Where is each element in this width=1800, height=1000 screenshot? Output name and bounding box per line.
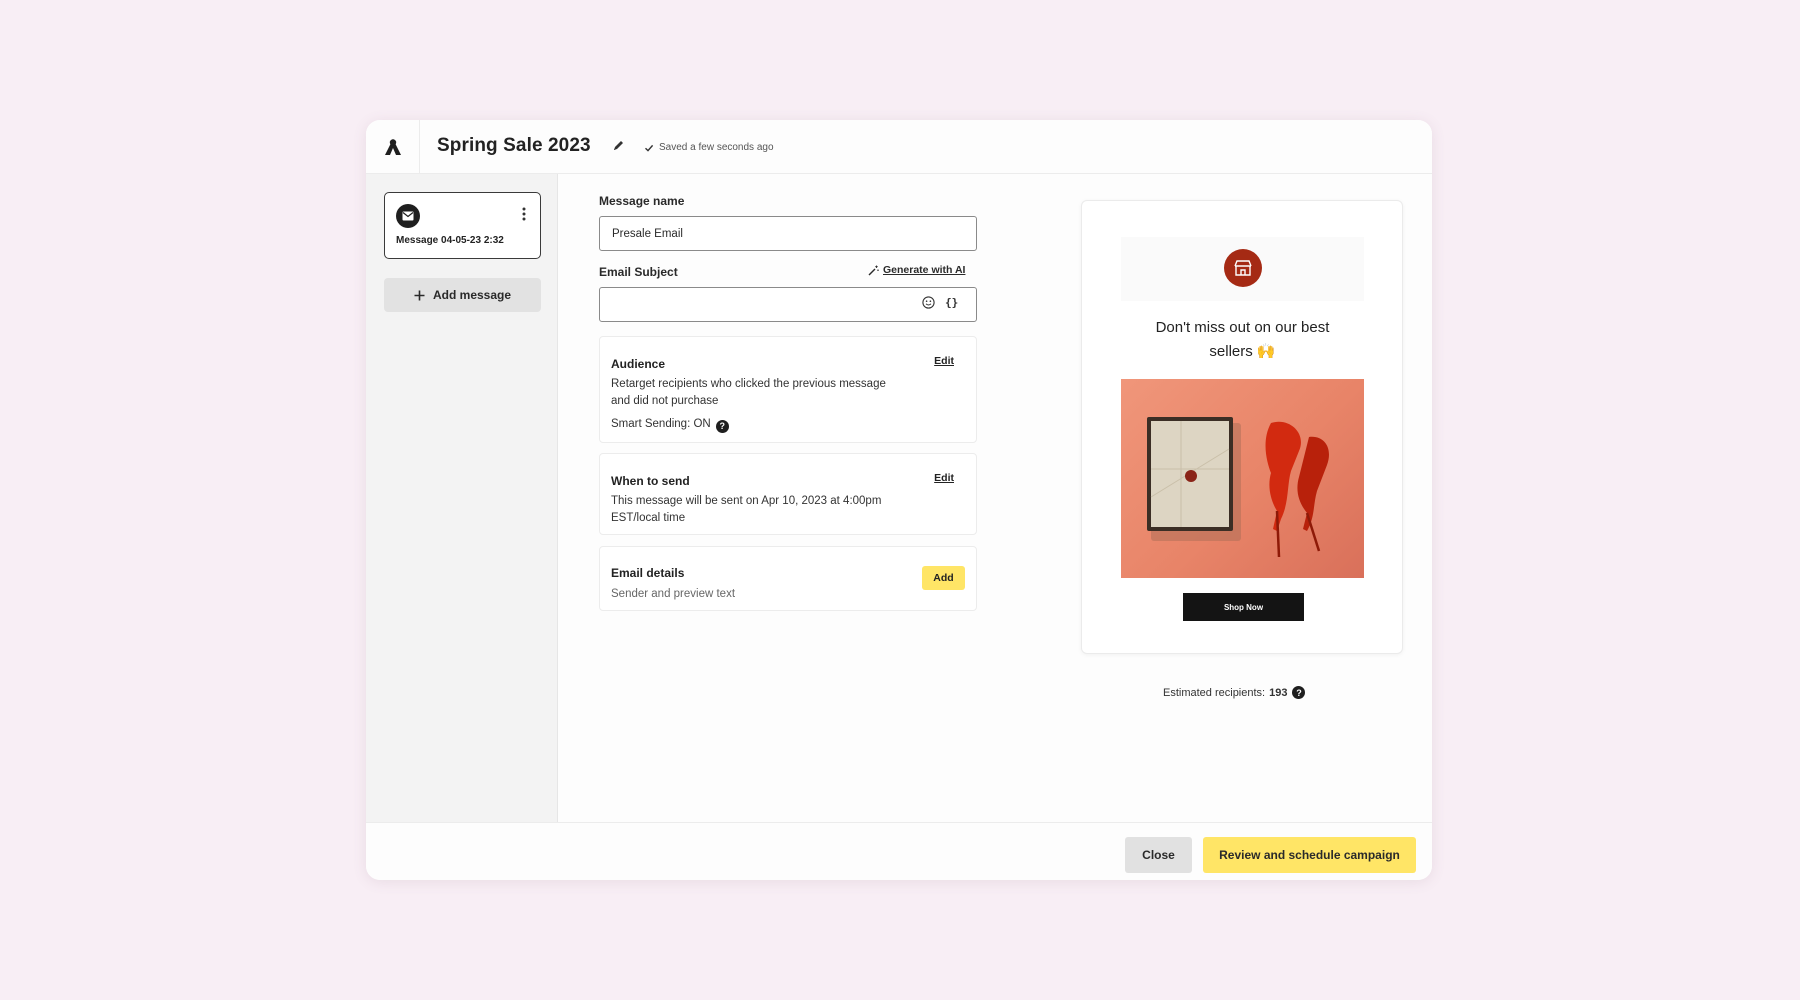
smart-sending-text: Smart Sending: ON xyxy=(611,418,711,430)
check-icon xyxy=(645,144,654,152)
message-card-label: Message 04-05-23 2:32 xyxy=(396,235,504,246)
estimated-recipients: Estimated recipients: 193 ? xyxy=(1163,686,1306,699)
add-message-button[interactable]: Add message xyxy=(384,278,541,312)
subject-tools: {} xyxy=(922,296,958,309)
preview-headline: Don't miss out on our best sellers 🙌 xyxy=(1121,316,1364,364)
emoji-icon[interactable] xyxy=(922,296,935,309)
footer-bar: Close Review and schedule campaign xyxy=(366,822,1432,880)
email-subject-input[interactable] xyxy=(599,287,977,322)
audience-title: Audience xyxy=(611,357,666,371)
email-preview: Don't miss out on our best sellers 🙌 Sho… xyxy=(1081,200,1403,654)
when-to-send-title: When to send xyxy=(611,474,690,488)
hero-image xyxy=(1121,379,1364,578)
brand-logo-icon xyxy=(384,139,401,155)
close-button[interactable]: Close xyxy=(1125,837,1192,873)
audience-edit-link[interactable]: Edit xyxy=(934,355,954,367)
top-bar: Spring Sale 2023 Saved a few seconds ago xyxy=(366,120,1432,174)
review-schedule-button[interactable]: Review and schedule campaign xyxy=(1203,837,1416,873)
recipients-help-icon[interactable]: ? xyxy=(1292,686,1306,699)
add-message-label: Add message xyxy=(432,288,512,302)
message-name-label: Message name xyxy=(599,194,685,208)
save-status-text: Saved a few seconds ago xyxy=(659,142,774,153)
when-to-send-edit-link[interactable]: Edit xyxy=(934,472,954,484)
store-logo xyxy=(1224,249,1262,287)
audience-card: Audience Edit Retarget recipients who cl… xyxy=(599,336,977,443)
email-details-card: Email details Sender and preview text Ad… xyxy=(599,546,977,611)
estimated-recipients-label: Estimated recipients: xyxy=(1163,686,1266,699)
save-status: Saved a few seconds ago xyxy=(644,142,774,153)
message-card[interactable]: Message 04-05-23 2:32 xyxy=(384,192,541,259)
email-icon xyxy=(396,204,420,228)
estimated-recipients-value: 193 xyxy=(1269,686,1288,699)
kebab-icon[interactable] xyxy=(522,207,526,221)
audience-description-line1: Retarget recipients who clicked the prev… xyxy=(611,378,886,390)
help-icon[interactable]: ? xyxy=(715,420,729,433)
send-time-line2: EST/local time xyxy=(611,512,686,524)
campaign-editor-modal: Spring Sale 2023 Saved a few seconds ago xyxy=(366,120,1432,880)
preview-headline-line1: Don't miss out on our best xyxy=(1155,319,1330,336)
plus-icon xyxy=(414,290,425,300)
pencil-icon[interactable] xyxy=(612,139,625,152)
audience-description: Retarget recipients who clicked the prev… xyxy=(611,376,886,410)
send-time-line1: This message will be sent on Apr 10, 202… xyxy=(611,495,882,507)
shop-now-button[interactable]: Shop Now xyxy=(1183,593,1304,621)
personalization-button[interactable]: {} xyxy=(945,296,958,309)
preview-headline-line2: sellers 🙌 xyxy=(1209,343,1276,360)
generate-with-ai-button[interactable]: Generate with AI xyxy=(868,264,965,276)
smart-sending-status: Smart Sending: ON? xyxy=(611,416,729,433)
email-details-subtitle: Sender and preview text xyxy=(611,588,736,600)
send-time-description: This message will be sent on Apr 10, 202… xyxy=(611,493,881,527)
message-name-input[interactable] xyxy=(599,216,977,251)
hero-illustration xyxy=(1147,417,1329,558)
email-subject-label: Email Subject xyxy=(599,265,678,279)
when-to-send-card: When to send Edit This message will be s… xyxy=(599,453,977,535)
email-details-add-button[interactable]: Add xyxy=(922,566,965,590)
email-details-title: Email details xyxy=(611,566,685,580)
audience-description-line2: and did not purchase xyxy=(611,395,719,407)
sidebar: Message 04-05-23 2:32 Add message xyxy=(366,174,558,822)
store-icon xyxy=(1234,260,1252,276)
magic-wand-icon xyxy=(868,265,879,275)
generate-with-ai-label: Generate with AI xyxy=(883,264,966,276)
page-title: Spring Sale 2023 xyxy=(437,135,591,156)
brand-logo[interactable] xyxy=(366,120,420,174)
